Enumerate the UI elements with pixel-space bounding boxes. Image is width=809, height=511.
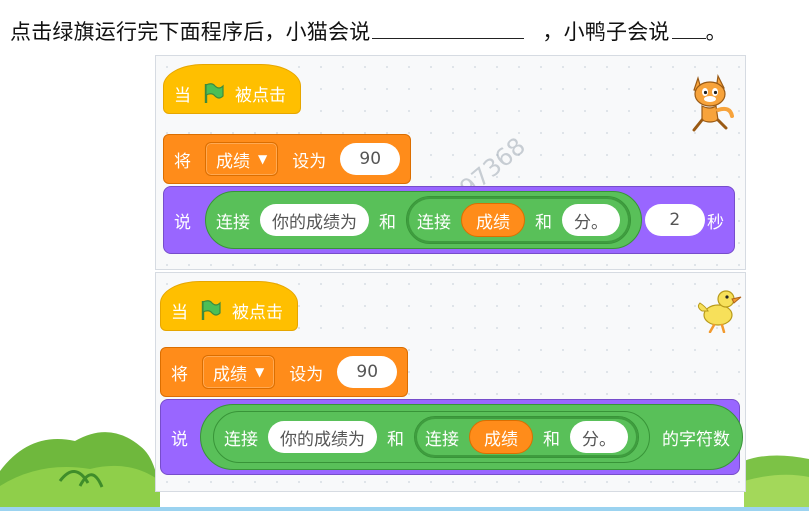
set-variable-block[interactable]: 将 成绩 ▼ 设为 90 bbox=[160, 347, 409, 397]
question-part1: 点击绿旗运行完下面程序后，小猫会说 bbox=[10, 20, 371, 44]
join-block-inner[interactable]: 连接 成绩 和 分。 bbox=[414, 416, 639, 458]
variable-dropdown[interactable]: 成绩 ▼ bbox=[202, 355, 276, 389]
variable-reporter[interactable]: 成绩 bbox=[469, 420, 533, 454]
say-label: 说 bbox=[174, 212, 191, 233]
duck-sprite-icon bbox=[696, 285, 742, 334]
when-flag-clicked-block[interactable]: 当 被点击 bbox=[160, 281, 298, 331]
hat-after-label: 被点击 bbox=[232, 302, 283, 323]
and-label: 和 bbox=[387, 429, 404, 450]
join-label: 连接 bbox=[224, 429, 258, 450]
length-of-block[interactable]: 连接 你的成绩为 和 连接 成绩 和 分。 的字符数 bbox=[200, 404, 743, 470]
string-input-2[interactable]: 分。 bbox=[562, 204, 620, 236]
question-text: 点击绿旗运行完下面程序后，小猫会说 ，小鸭子会说 。 bbox=[10, 16, 727, 46]
question-end: 。 bbox=[705, 20, 727, 44]
set-label: 将 bbox=[171, 364, 188, 385]
set-value-input[interactable]: 90 bbox=[337, 356, 398, 388]
chevron-down-icon: ▼ bbox=[258, 152, 268, 166]
and-label: 和 bbox=[379, 212, 396, 233]
variable-name: 成绩 bbox=[216, 151, 250, 172]
op-suffix-label: 的字符数 bbox=[662, 429, 730, 450]
join-block-inner[interactable]: 连接 成绩 和 分。 bbox=[406, 196, 631, 244]
chevron-down-icon: ▼ bbox=[255, 365, 265, 379]
variable-dropdown[interactable]: 成绩 ▼ bbox=[205, 142, 279, 176]
set-variable-block[interactable]: 将 成绩 ▼ 设为 90 bbox=[163, 134, 412, 184]
seconds-input[interactable]: 2 bbox=[644, 204, 705, 236]
code-panel-cat: 14597368 当 被点击 将 成绩 ▼ 设为 90 说 连接 你的成绩为 和… bbox=[155, 55, 746, 270]
string-input-1[interactable]: 你的成绩为 bbox=[268, 421, 377, 453]
inner-join-label: 连接 bbox=[417, 212, 451, 233]
variable-reporter[interactable]: 成绩 bbox=[461, 203, 525, 237]
green-flag-icon bbox=[201, 81, 225, 105]
hat-after-label: 被点击 bbox=[235, 85, 286, 106]
inner-and-label: 和 bbox=[535, 212, 552, 233]
join-label: 连接 bbox=[216, 212, 250, 233]
set-to-label: 设为 bbox=[289, 364, 324, 385]
hat-when-label: 当 bbox=[174, 85, 191, 106]
answer-blank-duck bbox=[671, 20, 706, 39]
say-for-secs-block[interactable]: 说 连接 你的成绩为 和 连接 成绩 和 分。 2 秒 bbox=[163, 186, 735, 254]
green-flag-icon bbox=[198, 298, 222, 322]
say-label: 说 bbox=[171, 429, 188, 450]
variable-name: 成绩 bbox=[213, 364, 247, 385]
inner-and-label: 和 bbox=[543, 429, 560, 450]
set-value-input[interactable]: 90 bbox=[340, 143, 401, 175]
inner-join-label: 连接 bbox=[425, 429, 459, 450]
question-part2: ，小鸭子会说 bbox=[542, 20, 670, 44]
when-flag-clicked-block[interactable]: 当 被点击 bbox=[163, 64, 301, 114]
seconds-unit-label: 秒 bbox=[707, 212, 724, 233]
string-input-1[interactable]: 你的成绩为 bbox=[260, 204, 369, 236]
answer-blank-cat bbox=[372, 20, 525, 39]
cat-sprite-icon bbox=[684, 70, 736, 134]
code-panel-duck: 当 被点击 将 成绩 ▼ 设为 90 说 连接 你的成绩为 和 连接 成绩 和 … bbox=[155, 272, 746, 492]
hat-when-label: 当 bbox=[171, 302, 188, 323]
set-to-label: 设为 bbox=[292, 151, 327, 172]
set-label: 将 bbox=[174, 151, 191, 172]
join-block-outer[interactable]: 连接 你的成绩为 和 连接 成绩 和 分。 bbox=[205, 191, 642, 249]
join-block-outer[interactable]: 连接 你的成绩为 和 连接 成绩 和 分。 bbox=[213, 411, 650, 463]
say-block[interactable]: 说 连接 你的成绩为 和 连接 成绩 和 分。 的字符数 bbox=[160, 399, 743, 475]
string-input-2[interactable]: 分。 bbox=[570, 421, 628, 453]
